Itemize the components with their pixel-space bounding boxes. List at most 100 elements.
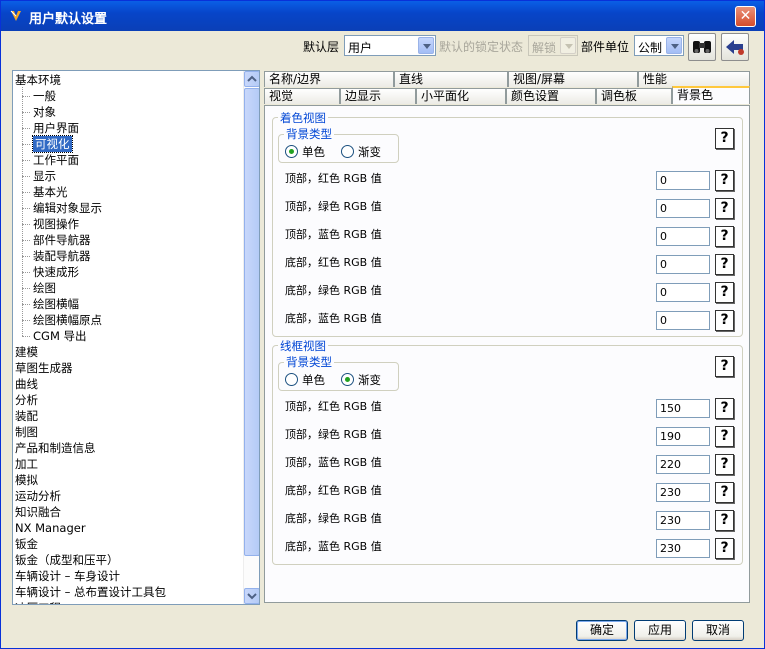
tree-item[interactable]: 基本环境 xyxy=(15,72,61,88)
close-button[interactable]: ✕ xyxy=(735,6,756,27)
tree-item[interactable]: 曲线 xyxy=(15,376,38,392)
scroll-down-button[interactable] xyxy=(244,588,259,604)
help-icon[interactable]: ? xyxy=(715,454,734,475)
chevron-down-icon[interactable] xyxy=(666,37,682,54)
shaded-rgb-input[interactable]: 0 xyxy=(656,311,710,330)
tree-item[interactable]: 绘图横幅 xyxy=(33,296,79,312)
help-icon[interactable]: ? xyxy=(715,426,734,447)
tree-item[interactable]: CGM 导出 xyxy=(33,328,87,344)
tree-connector xyxy=(22,224,30,225)
wireframe-rgb-label: 顶部，绿色 RGB 值 xyxy=(285,428,382,441)
tree-item[interactable]: 车辆设计 – 车身设计 xyxy=(15,568,120,584)
tree-item[interactable]: 建模 xyxy=(15,344,38,360)
help-icon[interactable]: ? xyxy=(715,254,734,275)
tab-row1[interactable]: 视图/屏幕 xyxy=(508,71,638,87)
tree-item[interactable]: 绘图 xyxy=(33,280,56,296)
tree-item[interactable]: 钣金 xyxy=(15,536,38,552)
tree-item[interactable]: 用户界面 xyxy=(33,120,79,136)
help-icon[interactable]: ? xyxy=(715,482,734,503)
help-icon[interactable]: ? xyxy=(715,282,734,303)
shaded-bg-help-icon[interactable]: ? xyxy=(715,128,734,149)
wireframe-rgb-input[interactable]: 230 xyxy=(656,483,710,502)
shaded-rgb-input[interactable]: 0 xyxy=(656,227,710,246)
tree-item[interactable]: 快速成形 xyxy=(33,264,79,280)
tree-item[interactable]: 显示 xyxy=(33,168,56,184)
tab-row2[interactable]: 视觉 xyxy=(264,88,340,104)
tree-item[interactable]: 车辆设计 – 总布置设计工具包 xyxy=(15,584,166,600)
shaded-solid-radio[interactable] xyxy=(285,145,298,158)
apply-button[interactable]: 应用 xyxy=(634,620,686,641)
tab-row1[interactable]: 名称/边界 xyxy=(264,71,394,87)
help-icon[interactable]: ? xyxy=(715,538,734,559)
tab-row2[interactable]: 背景色 xyxy=(672,86,750,104)
scroll-thumb[interactable] xyxy=(244,88,259,556)
help-icon[interactable]: ? xyxy=(715,170,734,191)
app-icon xyxy=(10,10,21,21)
tab-row2[interactable]: 小平面化 xyxy=(416,88,506,104)
tree-item[interactable]: 可视化 xyxy=(32,135,73,153)
shaded-rgb-input[interactable]: 0 xyxy=(656,255,710,274)
cancel-button[interactable]: 取消 xyxy=(692,620,744,641)
tree-item[interactable]: 草图生成器 xyxy=(15,360,73,376)
tree-item[interactable]: 对象 xyxy=(33,104,56,120)
wireframe-rgb-input[interactable]: 230 xyxy=(656,511,710,530)
category-tree[interactable]: 基本环境 一般 对象 用户界面 可视化 工作平面 显示 基本光 编辑对象显示 视图操作 部件导航器装… xyxy=(12,70,260,605)
tree-item[interactable]: 制图 xyxy=(15,424,38,440)
tree-connector xyxy=(22,112,30,113)
shaded-rgb-input[interactable]: 0 xyxy=(656,283,710,302)
tree-item[interactable]: 产品和制造信息 xyxy=(15,440,96,456)
tree-item[interactable]: 运动分析 xyxy=(15,488,61,504)
wireframe-gradient-radio[interactable] xyxy=(341,373,354,386)
wireframe-rgb-label: 底部，红色 RGB 值 xyxy=(285,484,382,497)
wireframe-bg-help-icon[interactable]: ? xyxy=(715,356,734,377)
tree-item[interactable]: 绘图横幅原点 xyxy=(33,312,102,328)
help-icon[interactable]: ? xyxy=(715,398,734,419)
tree-item[interactable]: 基本光 xyxy=(33,184,68,200)
tree-item[interactable]: 分析 xyxy=(15,392,38,408)
shaded-rgb-input[interactable]: 0 xyxy=(656,199,710,218)
tab-row2[interactable]: 颜色设置 xyxy=(506,88,596,104)
tab-row1[interactable]: 性能 xyxy=(638,71,750,87)
tab-row1[interactable]: 直线 xyxy=(394,71,508,87)
chevron-down-icon xyxy=(247,593,257,600)
help-icon[interactable]: ? xyxy=(715,226,734,247)
help-icon[interactable]: ? xyxy=(715,198,734,219)
tree-connector xyxy=(22,128,30,129)
tree-item[interactable]: 模拟 xyxy=(15,472,38,488)
wireframe-solid-radio[interactable] xyxy=(285,373,298,386)
binoculars-icon xyxy=(693,41,711,53)
tree-item[interactable]: 装配 xyxy=(15,408,38,424)
toolbar: 默认层 用户 默认的锁定状态 解锁 部件单位 公制 xyxy=(1,33,764,61)
tab-row2[interactable]: 调色板 xyxy=(596,88,672,104)
tree-item[interactable]: 钣金（成型和压平） xyxy=(15,552,119,568)
tree-item[interactable]: 冲压工程 xyxy=(15,600,61,604)
ok-button[interactable]: 确定 xyxy=(576,620,628,641)
scroll-up-button[interactable] xyxy=(244,71,259,87)
tree-item[interactable]: 知识融合 xyxy=(15,504,61,520)
find-button[interactable] xyxy=(688,33,716,61)
tree-item[interactable]: 部件导航器 xyxy=(33,232,91,248)
tree-item[interactable]: 视图操作 xyxy=(33,216,79,232)
tree-scrollbar[interactable] xyxy=(243,71,259,604)
shaded-gradient-radio[interactable] xyxy=(341,145,354,158)
shaded-rgb-input[interactable]: 0 xyxy=(656,171,710,190)
wireframe-rgb-input[interactable]: 150 xyxy=(656,399,710,418)
wireframe-rgb-input[interactable]: 190 xyxy=(656,427,710,446)
tree-item[interactable]: NX Manager xyxy=(15,520,86,536)
tree-item[interactable]: 工作平面 xyxy=(33,152,79,168)
help-icon[interactable]: ? xyxy=(715,310,734,331)
tab-row2[interactable]: 边显示 xyxy=(340,88,416,104)
shaded-view-title: 着色视图 xyxy=(278,110,328,126)
dialog-window: 用户默认设置 ✕ 默认层 用户 默认的锁定状态 解锁 部件单位 公制 基本环境一… xyxy=(0,0,765,649)
wireframe-rgb-input[interactable]: 230 xyxy=(656,539,710,558)
tree-item[interactable]: 编辑对象显示 xyxy=(33,200,102,216)
units-select[interactable]: 公制 xyxy=(634,35,684,56)
back-button[interactable] xyxy=(721,33,749,61)
chevron-down-icon[interactable] xyxy=(418,37,434,54)
tree-item[interactable]: 装配导航器 xyxy=(33,248,91,264)
wireframe-rgb-input[interactable]: 220 xyxy=(656,455,710,474)
default-layer-select[interactable]: 用户 xyxy=(344,35,436,56)
tree-item[interactable]: 一般 xyxy=(33,88,56,104)
help-icon[interactable]: ? xyxy=(715,510,734,531)
tree-item[interactable]: 加工 xyxy=(15,456,38,472)
